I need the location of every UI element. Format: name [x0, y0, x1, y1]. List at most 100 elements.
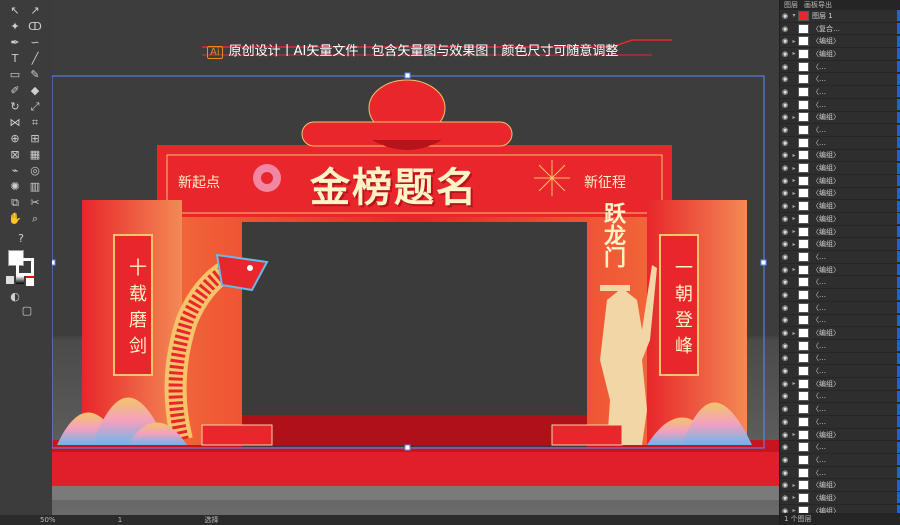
scale-tool-icon[interactable]: ⤢ [26, 100, 44, 114]
expand-chevron-icon[interactable]: ▾ [790, 12, 798, 19]
layer-row[interactable]: ◉ ▸ 〈编组〉 [780, 492, 900, 505]
layer-row[interactable]: ◉ 〈… [780, 124, 900, 137]
expand-chevron-icon[interactable]: ▸ [790, 190, 798, 197]
gradient-mode-icon[interactable] [16, 276, 24, 284]
layer-row[interactable]: ◉ 〈… [780, 441, 900, 455]
shape-builder-tool-icon[interactable]: ⊕ [6, 132, 24, 146]
visibility-eye-icon[interactable]: ◉ [780, 75, 790, 83]
visibility-eye-icon[interactable]: ◉ [780, 266, 790, 274]
layer-row[interactable]: ◉ 〈… [780, 403, 900, 416]
visibility-eye-icon[interactable]: ◉ [780, 469, 790, 477]
layer-row[interactable]: ◉ ▸ 〈编组〉 [780, 149, 900, 163]
expand-chevron-icon[interactable]: ▸ [790, 228, 798, 235]
tab-layers[interactable]: 图层 [784, 0, 798, 10]
draw-mode-icon[interactable]: ◐ [6, 290, 24, 304]
expand-chevron-icon[interactable]: ▸ [790, 494, 798, 501]
visibility-eye-icon[interactable]: ◉ [780, 481, 790, 489]
eyedropper-tool-icon[interactable]: ⌁ [6, 164, 24, 178]
visibility-eye-icon[interactable]: ◉ [780, 278, 790, 286]
visibility-eye-icon[interactable]: ◉ [780, 342, 790, 350]
expand-chevron-icon[interactable]: ▸ [790, 266, 798, 273]
visibility-eye-icon[interactable]: ◉ [780, 443, 790, 451]
zoom-tool-icon[interactable]: ⌕ [26, 212, 44, 226]
paintbrush-tool-icon[interactable]: ✎ [26, 68, 44, 82]
visibility-eye-icon[interactable]: ◉ [780, 228, 790, 236]
layer-row[interactable]: ◉ ▸ 〈编组〉 [780, 378, 900, 391]
hand-tool-icon[interactable]: ✋ [6, 212, 24, 226]
layer-row[interactable]: ◉ ▸ 〈编组〉 [780, 505, 900, 513]
visibility-eye-icon[interactable]: ◉ [780, 139, 790, 147]
expand-chevron-icon[interactable]: ▸ [790, 165, 798, 172]
layer-row[interactable]: ◉ ▸ 〈编组〉 [780, 264, 900, 277]
layer-row[interactable]: ◉ ▸ 〈编组〉 [780, 226, 900, 239]
rotate-tool-icon[interactable]: ↻ [6, 100, 24, 114]
layer-row[interactable]: ◉ ▸ 〈编组〉 [780, 162, 900, 175]
visibility-eye-icon[interactable]: ◉ [780, 392, 790, 400]
visibility-eye-icon[interactable]: ◉ [780, 304, 790, 312]
visibility-eye-icon[interactable]: ◉ [780, 380, 790, 388]
layer-row[interactable]: ◉ 〈… [780, 365, 900, 378]
layer-row[interactable]: ◉ ▸ 〈编组〉 [780, 479, 900, 493]
layer-row[interactable]: ◉ 〈… [780, 314, 900, 328]
layer-row[interactable]: ◉ ▸ 〈编组〉 [780, 111, 900, 125]
expand-chevron-icon[interactable]: ▸ [790, 203, 798, 210]
rectangle-tool-icon[interactable]: ▭ [6, 68, 24, 82]
direct-selection-tool-icon[interactable]: ↗ [26, 4, 44, 18]
free-transform-tool-icon[interactable]: ⌗ [26, 116, 44, 130]
expand-chevron-icon[interactable]: ▸ [790, 431, 798, 438]
expand-chevron-icon[interactable]: ▸ [790, 215, 798, 222]
tab-asset-export[interactable]: 画板导出 [804, 0, 832, 10]
layer-row[interactable]: ◉ ▸ 〈编组〉 [780, 213, 900, 226]
expand-chevron-icon[interactable]: ▸ [790, 38, 798, 45]
visibility-eye-icon[interactable]: ◉ [780, 113, 790, 121]
layer-row[interactable]: ◉ 〈… [780, 416, 900, 429]
layer-row[interactable]: ◉ 〈… [780, 289, 900, 302]
layer-row[interactable]: ◉ ▸ 〈编组〉 [780, 175, 900, 188]
layer-row[interactable]: ◉ ▸ 〈编组〉 [780, 327, 900, 340]
pen-tool-icon[interactable]: ✒ [6, 36, 24, 50]
layer-row[interactable]: ◉ 〈… [780, 73, 900, 87]
visibility-eye-icon[interactable]: ◉ [780, 151, 790, 159]
type-tool-icon[interactable]: T [6, 52, 24, 66]
visibility-eye-icon[interactable]: ◉ [780, 202, 790, 210]
layer-row[interactable]: ◉ ▸ 〈编组〉 [780, 200, 900, 213]
artboard-tool-icon[interactable]: ⧉ [6, 196, 24, 210]
screen-mode-icon[interactable]: ▢ [18, 304, 36, 318]
visibility-eye-icon[interactable]: ◉ [780, 88, 790, 96]
expand-chevron-icon[interactable]: ▸ [790, 241, 798, 248]
layer-row[interactable]: ◉ 〈… [780, 454, 900, 467]
visibility-eye-icon[interactable]: ◉ [780, 189, 790, 197]
layer-row[interactable]: ◉ 〈… [780, 137, 900, 150]
visibility-eye-icon[interactable]: ◉ [780, 25, 790, 33]
layer-row[interactable]: ◉ 〈… [780, 61, 900, 74]
visibility-eye-icon[interactable]: ◉ [780, 215, 790, 223]
visibility-eye-icon[interactable]: ◉ [780, 494, 790, 502]
layer-row[interactable]: ◉ 〈… [780, 86, 900, 99]
visibility-eye-icon[interactable]: ◉ [780, 37, 790, 45]
line-tool-icon[interactable]: ╱ [26, 52, 44, 66]
slice-tool-icon[interactable]: ✂ [26, 196, 44, 210]
expand-chevron-icon[interactable]: ▸ [790, 482, 798, 489]
visibility-eye-icon[interactable]: ◉ [780, 126, 790, 134]
layer-row[interactable]: ◉ 〈… [780, 340, 900, 353]
visibility-eye-icon[interactable]: ◉ [780, 431, 790, 439]
visibility-eye-icon[interactable]: ◉ [780, 367, 790, 375]
artboard-canvas[interactable]: Ai 原创设计丨AI矢量文件丨包含矢量图与效果图丨颜色尺寸可随意调整 金榜题名 新… [52, 0, 779, 515]
expand-chevron-icon[interactable]: ▸ [790, 380, 798, 387]
column-graph-tool-icon[interactable]: ▥ [26, 180, 44, 194]
perspective-grid-tool-icon[interactable]: ⊞ [26, 132, 44, 146]
visibility-eye-icon[interactable]: ◉ [780, 101, 790, 109]
visibility-eye-icon[interactable]: ◉ [780, 63, 790, 71]
page-number[interactable]: 1 [118, 516, 122, 524]
symbol-sprayer-tool-icon[interactable]: ✺ [6, 180, 24, 194]
visibility-eye-icon[interactable]: ◉ [780, 405, 790, 413]
curvature-tool-icon[interactable]: ∽ [26, 36, 44, 50]
stroke-swatch[interactable] [16, 258, 34, 276]
visibility-eye-icon[interactable]: ◉ [780, 316, 790, 324]
visibility-eye-icon[interactable]: ◉ [780, 164, 790, 172]
eraser-tool-icon[interactable]: ◆ [26, 84, 44, 98]
layer-row[interactable]: ◉ 〈… [780, 302, 900, 315]
visibility-eye-icon[interactable]: ◉ [780, 354, 790, 362]
layer-row[interactable]: ◉ 〈… [780, 352, 900, 366]
gradient-tool-icon[interactable]: ▦ [26, 148, 44, 162]
